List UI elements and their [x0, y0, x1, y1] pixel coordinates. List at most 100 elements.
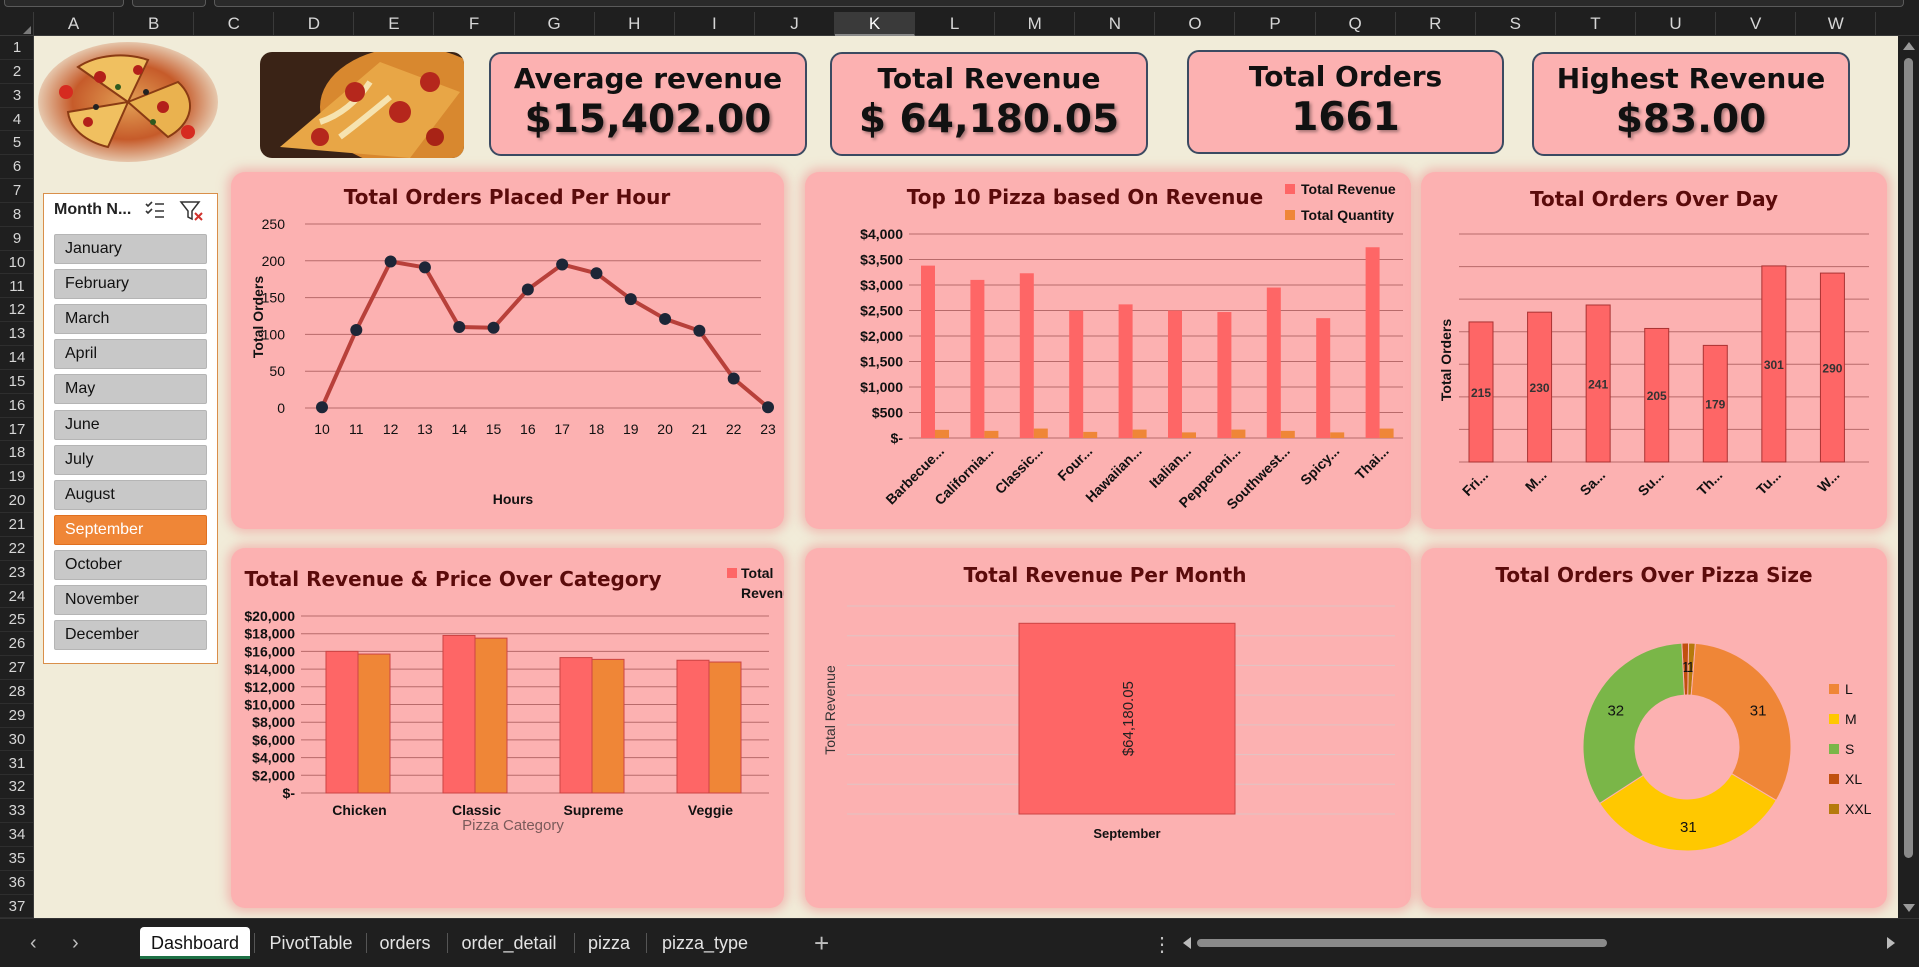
scroll-right-icon[interactable]: [1887, 937, 1895, 949]
sheet-tab-dashboard[interactable]: Dashboard: [140, 927, 250, 959]
row-header-26[interactable]: 26: [0, 632, 33, 657]
row-header-15[interactable]: 15: [0, 370, 33, 394]
formula-bar[interactable]: [214, 0, 1904, 7]
select-all-corner[interactable]: [0, 12, 34, 36]
month-slicer[interactable]: Month N... January February March April May J…: [43, 193, 218, 664]
name-box[interactable]: [4, 0, 124, 7]
row-header-3[interactable]: 3: [0, 84, 33, 108]
column-header-d[interactable]: D: [274, 12, 355, 36]
horizontal-scrollbar[interactable]: [1183, 935, 1895, 951]
row-header-32[interactable]: 32: [0, 775, 33, 800]
slicer-item-december[interactable]: December: [54, 620, 207, 651]
x-tick-label: W...: [1814, 467, 1842, 495]
row-header-20[interactable]: 20: [0, 489, 33, 513]
column-header-m[interactable]: M: [995, 12, 1076, 36]
slicer-item-september[interactable]: September: [54, 514, 207, 545]
sheet-tab-order-detail[interactable]: order_detail: [451, 927, 567, 959]
horizontal-scroll-thumb[interactable]: [1197, 939, 1607, 947]
row-header-12[interactable]: 12: [0, 298, 33, 323]
column-header-o[interactable]: O: [1155, 12, 1236, 36]
row-header-19[interactable]: 19: [0, 465, 33, 490]
vertical-scrollbar[interactable]: [1898, 36, 1919, 918]
multi-select-icon[interactable]: [144, 200, 166, 225]
row-header-10[interactable]: 10: [0, 251, 33, 275]
slicer-item-march[interactable]: March: [54, 304, 207, 335]
row-header-7[interactable]: 7: [0, 179, 33, 203]
scroll-left-icon[interactable]: [1183, 937, 1191, 949]
prev-sheet-icon[interactable]: ‹: [30, 932, 37, 955]
slicer-item-january[interactable]: January: [54, 234, 207, 264]
slicer-item-november[interactable]: November: [54, 585, 207, 615]
add-sheet-button[interactable]: +: [814, 928, 829, 959]
row-header-36[interactable]: 36: [0, 871, 33, 895]
row-header-24[interactable]: 24: [0, 585, 33, 609]
column-header-v[interactable]: V: [1716, 12, 1797, 36]
row-header-16[interactable]: 16: [0, 394, 33, 418]
bar-total-quantity: [984, 430, 999, 438]
row-header-4[interactable]: 4: [0, 108, 33, 132]
row-header-30[interactable]: 30: [0, 728, 33, 752]
column-header-k[interactable]: K: [835, 12, 916, 36]
row-header-23[interactable]: 23: [0, 561, 33, 585]
column-header-h[interactable]: H: [595, 12, 675, 36]
row-header-14[interactable]: 14: [0, 346, 33, 370]
slicer-item-june[interactable]: June: [54, 409, 207, 440]
next-sheet-icon[interactable]: ›: [72, 932, 79, 955]
clear-filter-icon[interactable]: [179, 200, 205, 227]
column-header-c[interactable]: C: [194, 12, 275, 36]
sheet-tab-orders[interactable]: orders: [370, 927, 440, 959]
column-header-a[interactable]: A: [34, 12, 115, 36]
column-header-r[interactable]: R: [1396, 12, 1476, 36]
column-header-g[interactable]: G: [515, 12, 595, 36]
sheet-tab-pizza[interactable]: pizza: [578, 927, 640, 959]
row-header-29[interactable]: 29: [0, 704, 33, 728]
row-header-22[interactable]: 22: [0, 537, 33, 561]
slicer-item-july[interactable]: July: [54, 444, 207, 475]
slicer-item-may[interactable]: May: [54, 374, 207, 405]
column-header-i[interactable]: I: [675, 12, 755, 36]
row-header-37[interactable]: 37: [0, 895, 33, 918]
row-header-2[interactable]: 2: [0, 60, 33, 84]
row-header-8[interactable]: 8: [0, 203, 33, 227]
slicer-item-april[interactable]: April: [54, 339, 207, 370]
function-box[interactable]: [132, 0, 206, 7]
column-header-u[interactable]: U: [1636, 12, 1717, 36]
vertical-scroll-thumb[interactable]: [1904, 58, 1913, 858]
sheet-tab-pivottable[interactable]: PivotTable: [258, 927, 364, 959]
row-header-35[interactable]: 35: [0, 847, 33, 871]
slicer-item-october[interactable]: October: [54, 549, 207, 580]
row-header-33[interactable]: 33: [0, 799, 33, 824]
scroll-down-icon[interactable]: [1903, 904, 1915, 912]
column-header-l[interactable]: L: [915, 12, 996, 36]
row-header-25[interactable]: 25: [0, 608, 33, 633]
row-header-17[interactable]: 17: [0, 418, 33, 442]
data-point: [762, 401, 774, 414]
slicer-item-august[interactable]: August: [54, 479, 207, 510]
column-header-s[interactable]: S: [1476, 12, 1556, 36]
column-header-f[interactable]: F: [435, 12, 515, 36]
more-options-icon[interactable]: ⋮: [1152, 932, 1172, 957]
row-header-31[interactable]: 31: [0, 752, 33, 776]
sheet-tab-pizza-type[interactable]: pizza_type: [650, 927, 760, 959]
row-header-13[interactable]: 13: [0, 322, 33, 347]
row-header-1[interactable]: 1: [0, 36, 33, 60]
column-header-j[interactable]: J: [755, 12, 835, 36]
row-header-11[interactable]: 11: [0, 275, 33, 299]
column-header-t[interactable]: T: [1556, 12, 1636, 36]
row-header-28[interactable]: 28: [0, 680, 33, 704]
column-header-n[interactable]: N: [1075, 12, 1156, 36]
column-header-w[interactable]: W: [1796, 12, 1877, 36]
column-header-b[interactable]: B: [114, 12, 195, 36]
row-header-18[interactable]: 18: [0, 441, 33, 466]
row-header-21[interactable]: 21: [0, 513, 33, 537]
row-header-9[interactable]: 9: [0, 227, 33, 251]
row-header-6[interactable]: 6: [0, 155, 33, 180]
row-header-34[interactable]: 34: [0, 823, 33, 847]
scroll-up-icon[interactable]: [1903, 42, 1915, 50]
column-header-e[interactable]: E: [354, 12, 435, 36]
column-header-q[interactable]: Q: [1316, 12, 1396, 36]
row-header-5[interactable]: 5: [0, 131, 33, 156]
column-header-p[interactable]: P: [1236, 12, 1316, 36]
row-header-27[interactable]: 27: [0, 656, 33, 680]
slicer-item-february[interactable]: February: [54, 269, 207, 300]
